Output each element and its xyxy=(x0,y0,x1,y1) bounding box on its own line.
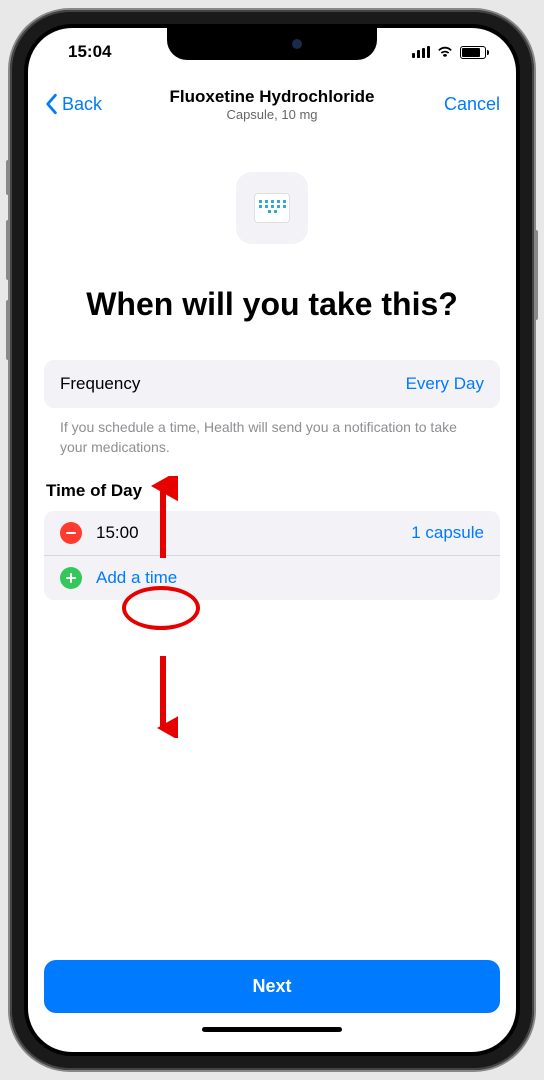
wifi-icon xyxy=(436,42,454,62)
remove-time-button[interactable] xyxy=(60,522,82,544)
screen: 15:04 Back Fluoxetine Hydrochloride xyxy=(28,28,516,1052)
content: When will you take this? Frequency Every… xyxy=(28,132,516,620)
calendar-icon xyxy=(236,172,308,244)
dose-value[interactable]: 1 capsule xyxy=(411,523,484,543)
page-heading: When will you take this? xyxy=(44,284,500,324)
mute-switch xyxy=(6,160,10,195)
add-time-row[interactable]: Add a time xyxy=(44,555,500,600)
volume-up-button xyxy=(6,220,10,280)
annotation-arrow-down xyxy=(148,652,178,738)
nav-title: Fluoxetine Hydrochloride xyxy=(170,87,375,107)
time-value[interactable]: 15:00 xyxy=(96,523,139,543)
cellular-signal-icon xyxy=(412,46,430,58)
time-row: 15:00 1 capsule xyxy=(44,511,500,555)
plus-icon xyxy=(65,572,77,584)
cancel-button[interactable]: Cancel xyxy=(444,94,500,115)
nav-subtitle: Capsule, 10 mg xyxy=(170,107,375,122)
frequency-row[interactable]: Frequency Every Day xyxy=(44,360,500,408)
volume-down-button xyxy=(6,300,10,360)
minus-icon xyxy=(65,527,77,539)
phone-bezel: 15:04 Back Fluoxetine Hydrochloride xyxy=(24,24,520,1056)
back-label: Back xyxy=(62,94,102,115)
back-button[interactable]: Back xyxy=(44,93,102,115)
notch xyxy=(167,28,377,60)
nav-bar: Back Fluoxetine Hydrochloride Capsule, 1… xyxy=(28,76,516,132)
time-of-day-title: Time of Day xyxy=(44,481,500,511)
nav-title-group: Fluoxetine Hydrochloride Capsule, 10 mg xyxy=(170,87,375,122)
frequency-label: Frequency xyxy=(60,374,140,394)
frequency-value: Every Day xyxy=(406,374,484,394)
schedule-illustration xyxy=(44,172,500,244)
add-time-button[interactable] xyxy=(60,567,82,589)
phone-frame: 15:04 Back Fluoxetine Hydrochloride xyxy=(10,10,534,1070)
next-button[interactable]: Next xyxy=(44,960,500,1013)
status-time: 15:04 xyxy=(68,42,111,62)
time-list: 15:00 1 capsule Add a time xyxy=(44,511,500,600)
schedule-hint: If you schedule a time, Health will send… xyxy=(44,408,500,481)
status-icons xyxy=(412,42,486,62)
battery-icon xyxy=(460,46,486,59)
footer: Next xyxy=(28,960,516,1052)
add-time-label: Add a time xyxy=(96,568,177,588)
power-button xyxy=(534,230,538,320)
home-indicator[interactable] xyxy=(202,1027,342,1032)
chevron-left-icon xyxy=(44,93,58,115)
